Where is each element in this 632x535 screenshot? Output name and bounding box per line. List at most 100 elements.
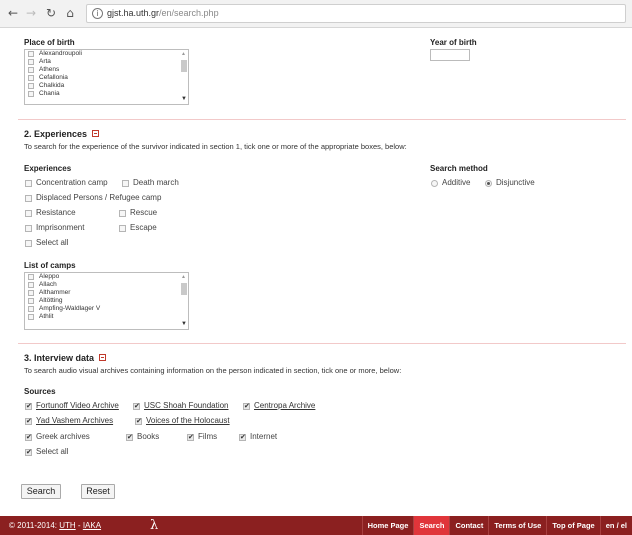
checkbox[interactable] bbox=[28, 83, 34, 89]
scroll-thumb[interactable] bbox=[181, 283, 187, 295]
books-option[interactable]: Books bbox=[126, 432, 159, 442]
list-item[interactable]: Allach bbox=[25, 281, 188, 289]
checkbox[interactable] bbox=[28, 75, 34, 81]
films-option[interactable]: Films bbox=[187, 432, 217, 442]
scroll-down-icon[interactable]: ▼ bbox=[181, 321, 187, 327]
list-item[interactable]: Chalkida bbox=[25, 82, 188, 90]
home-icon[interactable]: ⌂ bbox=[63, 6, 77, 20]
collapse-icon[interactable] bbox=[99, 354, 107, 361]
nav-language[interactable]: en / el bbox=[599, 516, 632, 535]
checkbox[interactable] bbox=[28, 314, 34, 320]
collapse-icon[interactable] bbox=[92, 130, 100, 137]
checkbox[interactable] bbox=[28, 67, 34, 73]
info-icon[interactable]: i bbox=[92, 8, 103, 19]
scroll-thumb[interactable] bbox=[181, 60, 187, 72]
fortunoff-option[interactable]: Fortunoff Video Archive bbox=[25, 401, 119, 411]
nav-top-of-page[interactable]: Top of Page bbox=[546, 516, 599, 535]
list-item[interactable]: Althammer bbox=[25, 289, 188, 297]
death-march-option[interactable]: Death march bbox=[122, 178, 179, 188]
displaced-persons-option[interactable]: Displaced Persons / Refugee camp bbox=[25, 193, 161, 203]
checkbox-checked[interactable] bbox=[25, 447, 32, 457]
yad-vashem-option[interactable]: Yad Vashem Archives bbox=[25, 416, 113, 426]
reload-icon[interactable]: ↻ bbox=[44, 6, 58, 20]
option-link[interactable]: Centropa Archive bbox=[254, 401, 315, 410]
list-item[interactable]: Aleppo bbox=[25, 273, 188, 281]
nav-search[interactable]: Search bbox=[413, 516, 450, 535]
address-bar[interactable]: i gjst.ha.uth.gr/en/search.php bbox=[86, 4, 626, 23]
checkbox[interactable] bbox=[28, 91, 34, 97]
resistance-option[interactable]: Resistance bbox=[25, 208, 76, 218]
forward-arrow-icon[interactable]: → bbox=[24, 6, 38, 20]
uth-link[interactable]: UTH bbox=[59, 521, 75, 530]
checkbox[interactable] bbox=[28, 51, 34, 57]
escape-option[interactable]: Escape bbox=[119, 223, 157, 233]
option-link[interactable]: Fortunoff Video Archive bbox=[36, 401, 119, 410]
usc-shoah-option[interactable]: USC Shoah Foundation bbox=[133, 401, 229, 411]
checkbox-checked[interactable] bbox=[135, 416, 142, 426]
checkbox[interactable] bbox=[25, 225, 32, 232]
list-item[interactable]: Altötting bbox=[25, 297, 188, 305]
checkbox-checked[interactable] bbox=[239, 432, 246, 442]
list-item[interactable]: Athens bbox=[25, 66, 188, 74]
checkbox[interactable] bbox=[119, 210, 126, 217]
option-link[interactable]: Yad Vashem Archives bbox=[36, 416, 113, 425]
greek-archives-option[interactable]: Greek archives bbox=[25, 432, 90, 442]
select-all-experiences-option[interactable]: Select all bbox=[25, 238, 68, 248]
checkbox[interactable] bbox=[28, 274, 34, 280]
radio-selected[interactable] bbox=[485, 180, 492, 187]
checkbox-checked[interactable] bbox=[25, 401, 32, 411]
radio[interactable] bbox=[431, 180, 438, 187]
back-arrow-icon[interactable]: ← bbox=[6, 6, 20, 20]
option-link[interactable]: USC Shoah Foundation bbox=[144, 401, 229, 410]
checkbox[interactable] bbox=[122, 180, 129, 187]
additive-radio[interactable]: Additive bbox=[431, 178, 470, 188]
checkbox-checked[interactable] bbox=[25, 416, 32, 426]
voices-holocaust-option[interactable]: Voices of the Holocaust bbox=[135, 416, 230, 426]
checkbox[interactable] bbox=[28, 298, 34, 304]
checkbox[interactable] bbox=[25, 180, 32, 187]
internet-option[interactable]: Internet bbox=[239, 432, 277, 442]
list-item[interactable]: Arta bbox=[25, 58, 188, 66]
nav-home-page[interactable]: Home Page bbox=[361, 516, 414, 535]
scroll-up-icon[interactable]: ▲ bbox=[181, 275, 186, 280]
checkbox-checked[interactable] bbox=[243, 401, 250, 411]
checkbox-checked[interactable] bbox=[25, 432, 32, 442]
option-label: Rescue bbox=[130, 208, 158, 217]
checkbox[interactable] bbox=[28, 306, 34, 312]
checkbox-checked[interactable] bbox=[187, 432, 194, 442]
year-of-birth-input[interactable] bbox=[430, 49, 470, 61]
nav-contact[interactable]: Contact bbox=[449, 516, 488, 535]
divider bbox=[18, 119, 626, 120]
search-button[interactable]: Search bbox=[21, 484, 61, 499]
nav-terms-of-use[interactable]: Terms of Use bbox=[488, 516, 546, 535]
iaka-link[interactable]: IAKA bbox=[83, 521, 101, 530]
checkbox[interactable] bbox=[25, 210, 32, 217]
checkbox-checked[interactable] bbox=[133, 401, 140, 411]
list-item[interactable]: Alexandroupoli bbox=[25, 50, 188, 58]
rescue-option[interactable]: Rescue bbox=[119, 208, 157, 218]
list-item[interactable]: Ampfing-Waldlager V bbox=[25, 305, 188, 313]
centropa-option[interactable]: Centropa Archive bbox=[243, 401, 315, 411]
list-item[interactable]: Athlit bbox=[25, 313, 188, 321]
checkbox[interactable] bbox=[28, 290, 34, 296]
camps-list[interactable]: Aleppo Allach Althammer Altötting Ampfin… bbox=[24, 272, 189, 330]
place-of-birth-list[interactable]: Alexandroupoli Arta Athens Cefallonia Ch… bbox=[24, 49, 189, 105]
checkbox[interactable] bbox=[25, 240, 32, 247]
checkbox[interactable] bbox=[119, 225, 126, 232]
scroll-down-icon[interactable]: ▼ bbox=[181, 96, 187, 102]
checkbox[interactable] bbox=[25, 195, 32, 202]
checkbox[interactable] bbox=[28, 59, 34, 65]
scrollbar[interactable]: ▲ ▼ bbox=[181, 52, 187, 102]
scrollbar[interactable]: ▲ ▼ bbox=[181, 275, 187, 327]
imprisonment-option[interactable]: Imprisonment bbox=[25, 223, 84, 233]
disjunctive-radio[interactable]: Disjunctive bbox=[485, 178, 535, 188]
list-item[interactable]: Cefallonia bbox=[25, 74, 188, 82]
select-all-sources-option[interactable]: Select all bbox=[25, 447, 68, 457]
option-link[interactable]: Voices of the Holocaust bbox=[146, 416, 230, 425]
checkbox-checked[interactable] bbox=[126, 432, 133, 442]
concentration-camp-option[interactable]: Concentration camp bbox=[25, 178, 108, 188]
reset-button[interactable]: Reset bbox=[81, 484, 115, 499]
scroll-up-icon[interactable]: ▲ bbox=[181, 52, 186, 57]
checkbox[interactable] bbox=[28, 282, 34, 288]
list-item[interactable]: Chania bbox=[25, 90, 188, 98]
